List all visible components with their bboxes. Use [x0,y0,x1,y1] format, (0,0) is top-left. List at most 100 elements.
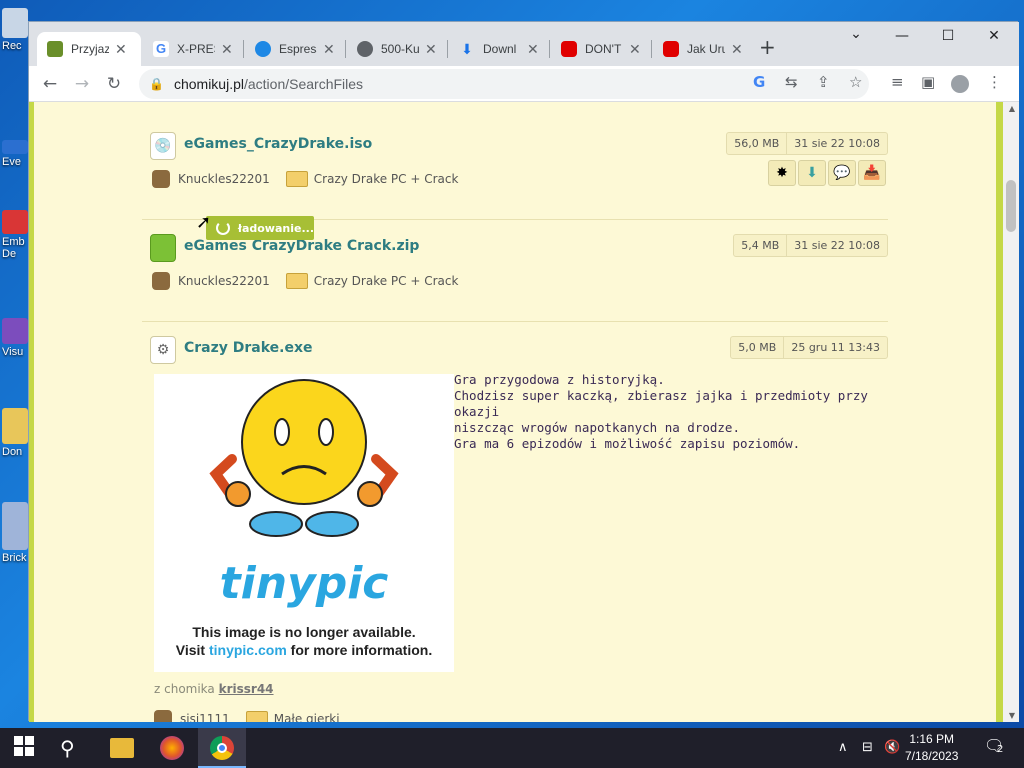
file-explorer-icon[interactable] [110,738,134,758]
file-name-link[interactable]: Crazy Drake.exe [184,340,313,356]
lock-icon: 🔒 [149,77,164,91]
close-icon[interactable]: ✕ [221,41,233,58]
owner-row: Knuckles22201 Crazy Drake PC + Crack [152,272,458,290]
star-rate-button[interactable]: ✸ [768,160,796,186]
share-icon[interactable]: ⇪ [817,73,830,91]
tab-title: 500-Ku [381,42,419,56]
loading-label: ładowanie... [237,221,314,235]
tab-separator [549,40,550,58]
chrome-taskbar-active[interactable] [198,728,246,768]
globe-icon [357,41,373,57]
close-icon[interactable]: ✕ [323,41,335,58]
from-user-row: z chomika krissr44 [154,682,274,696]
spinner-icon [216,221,230,235]
close-icon[interactable]: ✕ [731,41,743,58]
desktop-icon-label: Brick [2,552,27,564]
tab-jak-uru[interactable]: Jak Uru ✕ [653,32,753,66]
system-clock[interactable]: 1:16 PM 7/18/2023 [905,731,958,765]
maximize-button[interactable]: ☐ [933,28,963,44]
google-lens-icon[interactable]: G [753,73,765,91]
back-arrow-icon[interactable]: ← [39,74,61,94]
file-entry: 💿 eGames_CrazyDrake.iso 56,0 MB 31 sie 2… [142,118,888,220]
tab-espress[interactable]: Espress ✕ [245,32,345,66]
bookmark-star-icon[interactable]: ☆ [849,73,862,91]
desktop-icon-brick[interactable]: Brick [2,502,30,564]
windows-start-icon[interactable] [14,736,38,760]
description-line: Gra przygodowa z historyjką. [454,372,665,387]
desktop-icon-recycle-bin[interactable]: Rec [2,8,30,52]
tab-separator [345,40,346,58]
minimize-button[interactable]: — [887,28,917,44]
tab-title: Espress [279,42,317,56]
image-unavailable-text: This image is no longer available. [192,624,416,640]
desktop-icon-label: Rec [2,40,22,52]
menu-kebab-icon[interactable]: ⋮ [987,73,1002,91]
close-icon[interactable]: ✕ [629,41,641,58]
tab-przyjaz[interactable]: Przyjaz ✕ [37,32,141,66]
clock-date: 7/18/2023 [905,749,959,763]
description-line: Chodzisz super kaczką, zbierasz jajka i … [454,388,868,419]
tab-title: DON'T [585,42,622,56]
owner-name[interactable]: sisi1111 [180,712,230,722]
owner-name[interactable]: Knuckles22201 [178,274,270,288]
folder-name[interactable]: Crazy Drake PC + Crack [314,172,459,186]
close-icon[interactable]: ✕ [425,41,437,58]
tab-title: X-PRES [177,42,215,56]
close-icon[interactable]: ✕ [527,41,539,58]
firefox-icon[interactable] [160,736,184,760]
visual-studio-icon [2,318,28,344]
file-name-link[interactable]: eGames CrazyDrake Crack.zip [184,238,419,254]
shortcut-icon [2,140,28,154]
tab-500-ku[interactable]: 500-Ku ✕ [347,32,447,66]
desktop-icon-emb[interactable]: Emb De [2,210,30,260]
reading-list-icon[interactable]: ≡ [891,73,904,91]
new-tab-button[interactable]: + [759,35,776,59]
file-name-link[interactable]: eGames_CrazyDrake.iso [184,136,372,152]
close-icon[interactable]: ✕ [115,41,127,58]
file-meta: 5,4 MB 31 sie 22 10:08 [733,234,888,257]
reload-icon[interactable]: ↻ [103,74,125,94]
owner-name[interactable]: Knuckles22201 [178,172,270,186]
espresso-icon [255,41,271,57]
browser-toolbar: ← → ↻ 🔒 chomikuj.pl/action/SearchFiles G… [29,66,1019,102]
from-label: z chomika [154,682,215,696]
close-window-button[interactable]: ✕ [979,28,1009,44]
profile-avatar-icon[interactable] [951,75,969,93]
desktop-icon-visual[interactable]: Visu [2,318,30,358]
download-arrow-button[interactable]: ⬇ [798,160,826,186]
folder-name[interactable]: Crazy Drake PC + Crack [314,274,459,288]
file-size: 5,0 MB [738,341,777,354]
network-icon[interactable]: ⊟ [862,740,873,755]
tab-separator [243,40,244,58]
tab-download[interactable]: ⬇ Downl ✕ [449,32,549,66]
desktop-icon-eve[interactable]: Eve [2,140,30,168]
side-panel-icon[interactable]: ▣ [921,73,935,91]
comment-bubble-button[interactable]: 💬 [828,160,856,186]
scroll-up-arrow-icon[interactable]: ▲ [1009,104,1015,113]
desktop-icon-label: Visu [2,346,24,358]
folder-name[interactable]: Małe gierki [274,712,340,722]
save-to-folder-button[interactable]: 📥 [858,160,886,186]
scroll-thumb[interactable] [1006,180,1016,232]
brick-app-icon [2,502,28,550]
tab-title: Downl [483,42,517,56]
clock-time: 1:16 PM [909,732,955,746]
gear-icon: ⚙ [150,336,176,364]
tray-chevron-up-icon[interactable]: ∧ [838,740,848,755]
desktop-icon-label: Eve [2,156,21,168]
search-icon[interactable]: ⚲ [60,736,84,760]
vertical-scrollbar[interactable]: ▲ ▼ [1003,102,1019,722]
tab-dont[interactable]: DON'T ✕ [551,32,651,66]
volume-muted-icon[interactable]: 🔇 [884,740,900,755]
hamster-avatar-icon [152,272,170,290]
tab-search-chevron-icon[interactable]: ⌄ [841,26,871,42]
forward-arrow-icon[interactable]: → [71,74,93,94]
translate-icon[interactable]: ⇆ [785,73,798,91]
scroll-down-arrow-icon[interactable]: ▼ [1009,711,1015,720]
google-icon: G [153,41,169,57]
desktop-icon-don[interactable]: Don [2,408,30,458]
tab-x-press[interactable]: G X-PRES ✕ [143,32,243,66]
file-date: 31 sie 22 10:08 [786,235,887,256]
from-user-link[interactable]: krissr44 [219,682,274,696]
notification-icon[interactable]: 🗨 2 [984,736,1004,755]
